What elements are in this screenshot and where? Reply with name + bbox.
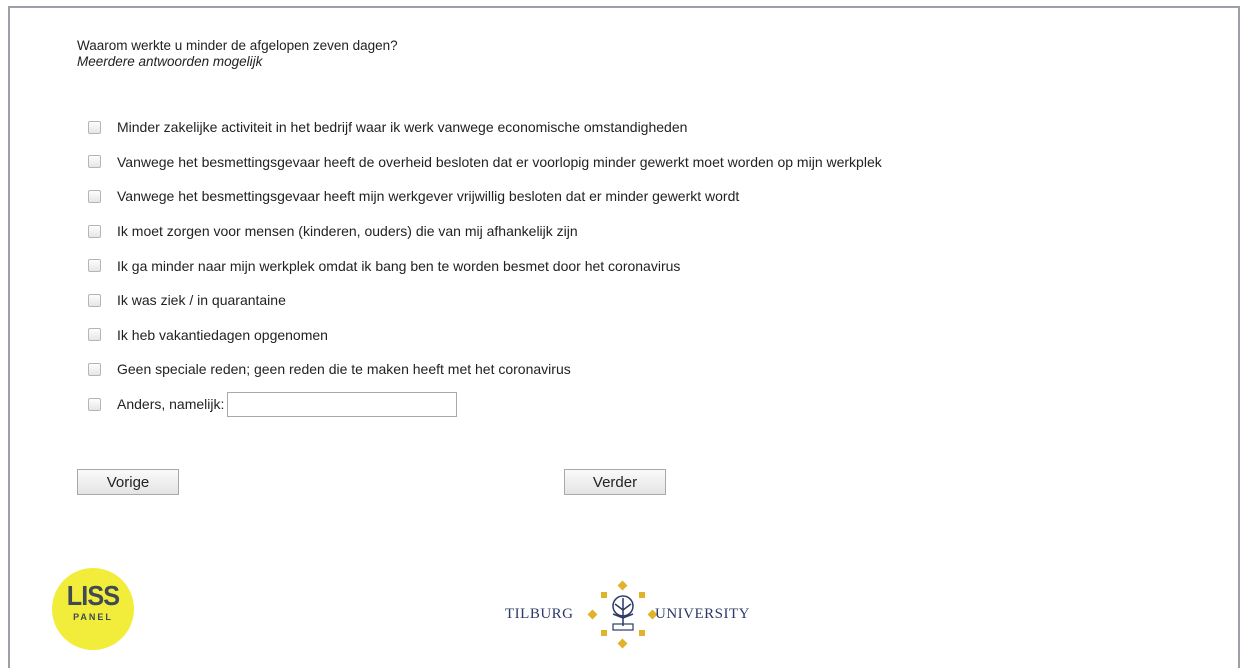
tilburg-logo-word-right: UNIVERSITY [655,606,750,622]
option-no-reason[interactable]: Geen speciale reden; geen reden die te m… [88,352,882,387]
tilburg-emblem-icon [587,580,658,649]
next-button[interactable]: Verder [564,469,666,495]
previous-button[interactable]: Vorige [77,469,179,495]
option-vacation[interactable]: Ik heb vakantiedagen opgenomen [88,318,882,353]
other-text-input[interactable] [227,391,458,417]
checkbox[interactable] [88,224,101,238]
option-government[interactable]: Vanwege het besmettingsgevaar heeft de o… [88,145,882,180]
tilburg-logo-word-left: TILBURG [505,606,574,622]
option-label: Geen speciale reden; geen reden die te m… [117,361,571,378]
checkbox[interactable] [88,362,101,376]
option-fear[interactable]: Ik ga minder naar mijn werkplek omdat ik… [88,248,882,283]
option-label: Vanwege het besmettingsgevaar heeft de o… [117,153,882,170]
option-label: Minder zakelijke activiteit in het bedri… [117,119,688,136]
question-title: Waarom werkte u minder de afgelopen zeve… [77,38,398,53]
option-label: Ik ga minder naar mijn werkplek omdat ik… [117,257,681,274]
checkbox[interactable] [88,259,101,273]
checkbox[interactable] [88,293,101,307]
option-economic[interactable]: Minder zakelijke activiteit in het bedri… [88,110,882,145]
checkbox[interactable] [88,328,101,342]
tilburg-university-logo: TILBURG UNIVERSITY [505,580,765,650]
liss-panel-logo: LISS PANEL [52,568,134,650]
checkbox[interactable] [88,189,101,203]
option-sick[interactable]: Ik was ziek / in quarantaine [88,283,882,318]
option-care[interactable]: Ik moet zorgen voor mensen (kinderen, ou… [88,214,882,249]
option-label: Ik was ziek / in quarantaine [117,292,286,309]
option-label: Ik heb vakantiedagen opgenomen [117,326,328,343]
checkbox[interactable] [88,155,101,169]
option-other[interactable]: Anders, namelijk: [88,387,882,422]
option-label: Ik moet zorgen voor mensen (kinderen, ou… [117,223,578,240]
checkbox[interactable] [88,120,101,134]
question-subtitle: Meerdere antwoorden mogelijk [77,54,263,69]
option-label: Vanwege het besmettingsgevaar heeft mijn… [117,188,740,205]
option-label: Anders, namelijk: [117,396,225,413]
answer-options: Minder zakelijke activiteit in het bedri… [88,110,882,421]
liss-logo-subtext: PANEL [73,612,113,622]
checkbox[interactable] [88,397,101,411]
question-block: Waarom werkte u minder de afgelopen zeve… [77,38,398,70]
option-employer[interactable]: Vanwege het besmettingsgevaar heeft mijn… [88,179,882,214]
liss-logo-text: LISS [66,580,120,611]
